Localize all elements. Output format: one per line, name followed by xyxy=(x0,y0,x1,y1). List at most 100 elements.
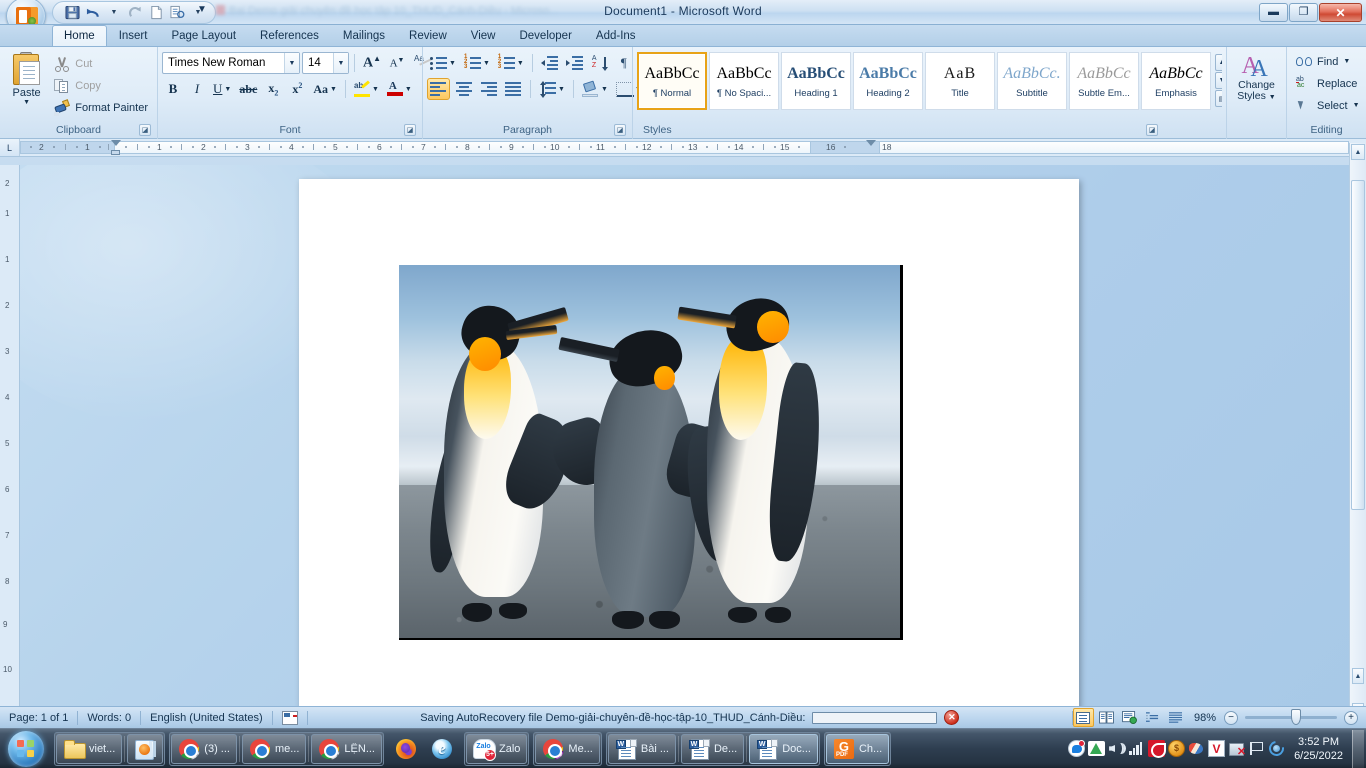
increase-indent-button[interactable] xyxy=(563,52,586,74)
font-name-dropdown[interactable]: ▼ xyxy=(284,53,299,73)
taskbar-item-foxit-pdf[interactable]: PDF Ch... xyxy=(825,733,890,764)
first-line-indent-marker[interactable] xyxy=(111,140,121,146)
style-no-spacing[interactable]: AaBbCc ¶ No Spaci... xyxy=(709,52,779,110)
zoom-level-label[interactable]: 98% xyxy=(1188,712,1222,724)
zoom-slider[interactable] xyxy=(1245,709,1337,725)
taskbar-item-folder[interactable]: viet... xyxy=(56,733,123,764)
style-subtitle[interactable]: AaBbCc. Subtitle xyxy=(997,52,1067,110)
status-word-count[interactable]: Words: 0 xyxy=(78,708,140,728)
styles-dialog-launcher[interactable]: ◪ xyxy=(1146,124,1158,136)
tab-insert[interactable]: Insert xyxy=(107,25,160,46)
avira-tray-icon[interactable] xyxy=(1148,740,1167,758)
font-size-dropdown[interactable]: ▼ xyxy=(333,53,348,73)
style-normal[interactable]: AaBbCc ¶ Normal xyxy=(637,52,707,110)
taskbar-item-firefox[interactable] xyxy=(388,734,424,764)
tab-stop-selector[interactable]: L xyxy=(0,139,20,156)
volume-tray-icon[interactable] xyxy=(1108,740,1127,757)
taskbar-item-chrome-2[interactable]: me... xyxy=(241,733,307,764)
tab-developer[interactable]: Developer xyxy=(507,25,583,46)
swirl-app-tray-icon[interactable] xyxy=(1268,740,1285,757)
tab-review[interactable]: Review xyxy=(397,25,459,46)
view-full-screen-reading-button[interactable] xyxy=(1096,708,1117,727)
taskbar-item-zalo[interactable]: 5+ Zalo xyxy=(466,733,528,764)
proofing-errors-icon[interactable] xyxy=(281,711,298,725)
subscript-button[interactable]: x2 xyxy=(262,78,284,100)
taskbar-item-media-player[interactable] xyxy=(127,733,164,764)
underline-button[interactable]: U ▼ xyxy=(210,78,234,100)
google-drive-tray-icon[interactable] xyxy=(1088,740,1106,757)
tab-page-layout[interactable]: Page Layout xyxy=(159,25,248,46)
format-painter-button[interactable]: Format Painter xyxy=(49,97,153,118)
v-app-tray-icon[interactable] xyxy=(1208,740,1226,757)
scroll-up-button[interactable]: ▲ xyxy=(1351,144,1365,160)
superscript-button[interactable]: x2 xyxy=(286,78,308,100)
penguin-photo[interactable] xyxy=(399,265,900,638)
replace-button[interactable]: Replace xyxy=(1291,73,1365,94)
tab-view[interactable]: View xyxy=(459,25,508,46)
shading-button[interactable]: ▼ xyxy=(579,78,611,100)
style-subtle-emphasis[interactable]: AaBbCc Subtle Em... xyxy=(1069,52,1139,110)
minimize-button[interactable]: ▬ xyxy=(1259,3,1288,22)
font-name-input[interactable]: Times New Roman ▼ xyxy=(162,52,300,74)
horizontal-ruler[interactable]: 2 1 1 2 3 4 5 6 7 8 9 10 11 12 13 14 15 … xyxy=(20,139,1349,156)
find-button[interactable]: Find ▼ xyxy=(1291,51,1365,72)
multilevel-list-button[interactable]: 1 2 3 ▼ xyxy=(495,52,527,74)
zoom-out-button[interactable]: − xyxy=(1224,710,1238,725)
grow-font-button[interactable]: A▲ xyxy=(360,52,384,74)
styles-scroll-up[interactable]: ▲ xyxy=(1215,54,1222,71)
line-spacing-button[interactable]: ▼ xyxy=(536,78,568,100)
text-highlight-color-button[interactable]: ▼ xyxy=(351,78,382,100)
font-dialog-launcher[interactable]: ◪ xyxy=(404,124,416,136)
align-right-button[interactable] xyxy=(477,78,500,100)
taskbar-item-word-2[interactable]: W De... xyxy=(680,733,745,764)
taskbar-item-chrome-messenger[interactable]: N Me... xyxy=(535,733,600,764)
network-disconnected-tray-icon[interactable]: ✕ xyxy=(1228,740,1246,758)
style-emphasis[interactable]: AaBbCc Emphasis xyxy=(1141,52,1211,110)
bird-app-tray-icon[interactable] xyxy=(1188,740,1205,757)
paragraph-dialog-launcher[interactable]: ◪ xyxy=(614,124,626,136)
previous-page-button[interactable]: ▲ xyxy=(1352,668,1364,684)
styles-more-button[interactable]: ▤ xyxy=(1215,90,1222,107)
vertical-ruler[interactable]: 2 1 1 2 3 4 5 6 7 8 9 10 xyxy=(0,165,20,721)
paste-button[interactable]: Paste ▼ xyxy=(4,50,49,106)
show-desktop-button[interactable] xyxy=(1352,729,1364,768)
left-indent-marker[interactable] xyxy=(111,150,120,155)
styles-scroll-down[interactable]: ▼ xyxy=(1215,72,1222,89)
bullets-button[interactable]: ▼ xyxy=(427,52,459,74)
taskbar-item-chrome-1[interactable]: h (3) ... xyxy=(171,733,237,764)
right-indent-marker[interactable] xyxy=(866,140,876,146)
style-heading-1[interactable]: AaBbCc Heading 1 xyxy=(781,52,851,110)
bold-button[interactable]: B xyxy=(162,78,184,100)
status-page-number[interactable]: Page: 1 of 1 xyxy=(0,708,77,728)
scrollbar-thumb[interactable] xyxy=(1351,180,1365,510)
shrink-font-button[interactable]: A▼ xyxy=(386,52,408,74)
start-button[interactable] xyxy=(2,730,50,768)
zalo-tray-icon[interactable] xyxy=(1068,740,1086,757)
status-language[interactable]: English (United States) xyxy=(141,708,272,728)
view-web-layout-button[interactable] xyxy=(1119,708,1140,727)
document-page[interactable] xyxy=(299,179,1079,719)
view-outline-button[interactable] xyxy=(1142,708,1163,727)
italic-button[interactable]: I xyxy=(186,78,208,100)
coin-tray-icon[interactable] xyxy=(1168,740,1186,757)
document-canvas[interactable] xyxy=(20,165,1349,721)
font-size-input[interactable]: 14 ▼ xyxy=(302,52,349,74)
change-styles-button[interactable]: Change Styles ▼ xyxy=(1231,50,1282,103)
zoom-in-button[interactable]: + xyxy=(1344,710,1358,725)
tab-add-ins[interactable]: Add-Ins xyxy=(584,25,648,46)
align-left-button[interactable] xyxy=(427,78,450,100)
sort-button[interactable] xyxy=(588,52,611,74)
network-signal-tray-icon[interactable] xyxy=(1128,740,1145,757)
inserted-image-frame[interactable] xyxy=(399,265,903,640)
taskbar-item-word-active[interactable]: W Doc... xyxy=(749,733,818,764)
clipboard-dialog-launcher[interactable]: ◪ xyxy=(139,124,151,136)
close-button[interactable]: ✕ xyxy=(1319,3,1362,22)
tab-home[interactable]: Home xyxy=(52,25,107,46)
style-heading-2[interactable]: AaBbCc Heading 2 xyxy=(853,52,923,110)
decrease-indent-button[interactable] xyxy=(538,52,561,74)
cancel-save-button[interactable]: ✕ xyxy=(944,710,960,725)
view-print-layout-button[interactable] xyxy=(1072,708,1094,727)
taskbar-item-chrome-3[interactable]: h LỆN... xyxy=(311,733,382,764)
copy-button[interactable]: Copy xyxy=(49,75,153,96)
style-title[interactable]: AaB Title xyxy=(925,52,995,110)
